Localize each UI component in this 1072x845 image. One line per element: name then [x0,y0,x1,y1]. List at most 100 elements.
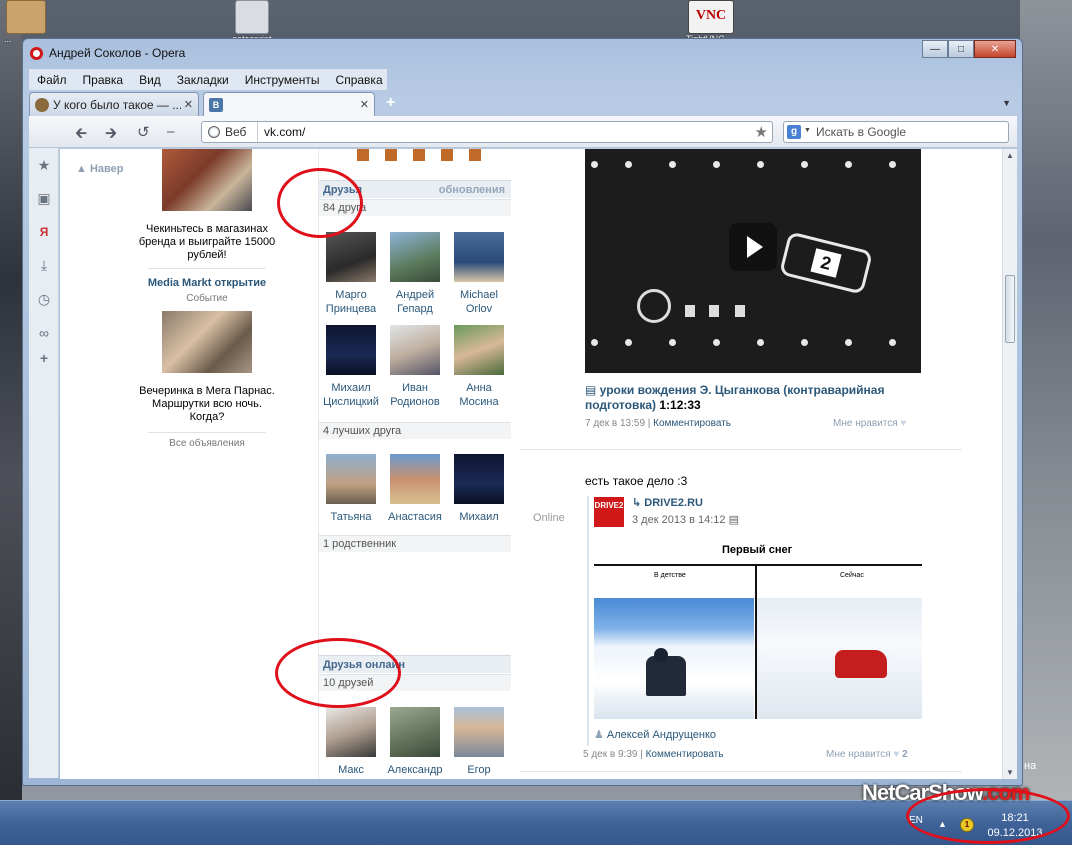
avatar[interactable] [326,232,376,282]
page-scrollbar[interactable]: ▲ ▼ [1002,149,1017,779]
friends-online-label[interactable]: Друзья онлайн [323,659,405,671]
menu-help[interactable]: Справка [328,73,391,87]
like-button[interactable]: Мне нравится ♥ [833,418,906,429]
repost-author-name[interactable]: Алексей Андрущенко [607,729,716,741]
friends-header[interactable]: Друзья обновления [319,180,511,198]
search-field[interactable]: g ▼ Искать в Google [783,121,1009,143]
avatar[interactable] [326,325,376,375]
tab-close-icon[interactable]: ✕ [360,98,369,111]
clock-date[interactable]: 09.12.2013 [985,826,1045,841]
video-title-text[interactable]: уроки вождения Э. Цыганкова (контраварий… [585,383,884,412]
reload-icon[interactable]: ↺ [137,123,150,141]
friend-item[interactable]: Анна Мосина [449,325,509,409]
post-date[interactable]: 5 дек в 9:39 [583,749,637,760]
minimize-button[interactable]: — [922,40,948,58]
downloads-icon[interactable]: ⤓ [37,258,51,272]
forward-arrow-icon[interactable]: 🡲 [105,123,117,148]
avatar[interactable] [390,325,440,375]
bookmark-star-icon[interactable]: ★ [755,123,768,141]
notes-icon[interactable]: ▣ [37,191,51,205]
tab-vk[interactable]: B ✕ [203,92,375,116]
friend-name[interactable]: Михаил [449,510,509,524]
tightvnc-icon[interactable]: VNC [688,0,734,34]
video-player[interactable]: 2 [585,149,921,373]
video-title[interactable]: ▤ уроки вождения Э. Цыганкова (контравар… [585,383,921,413]
clock[interactable]: 18:21 09.12.2013 [985,811,1045,841]
ad-image[interactable] [162,311,252,373]
yandex-icon[interactable]: Я [37,225,51,239]
menu-edit[interactable]: Правка [75,73,132,87]
address-bar[interactable]: Веб vk.com/ ★ [201,121,773,143]
scroll-to-top-link[interactable]: ▲ Навер [76,163,123,175]
drive2-logo[interactable]: DRIVE2 [594,497,624,527]
tab-menu-chevron-down-icon[interactable]: ▼ [1002,98,1011,108]
search-placeholder[interactable]: Искать в Google [816,125,906,139]
history-clock-icon[interactable]: ◷ [37,292,51,306]
comment-link[interactable]: Комментировать [653,418,731,429]
friend-item[interactable]: Егор [449,707,509,777]
friends-count[interactable]: 84 друга [323,202,366,214]
scroll-thumb[interactable] [1005,275,1015,343]
friend-item[interactable]: Михаил Цислицкий [321,325,381,409]
chevron-down-icon[interactable]: ▼ [804,127,811,134]
desktop-app-icon[interactable] [235,0,269,34]
tab-forum[interactable]: У кого было такое — ... ✕ [29,92,199,116]
heart-icon[interactable]: ♥ [893,749,899,760]
add-panel-plus-icon[interactable]: + [37,351,51,365]
repost-author[interactable]: ♟ Алексей Андрущенко [594,728,716,741]
friend-item[interactable]: Michael Orlov [449,232,509,316]
menu-bookmarks[interactable]: Закладки [169,73,237,87]
menu-tools[interactable]: Инструменты [237,73,328,87]
friend-name[interactable]: Александр [385,763,445,777]
tab-close-icon[interactable]: ✕ [184,98,193,111]
key-icon[interactable]: ⎯ [167,123,175,140]
avatar[interactable] [454,325,504,375]
like-label[interactable]: Мне нравится [826,749,891,760]
friends-header-label[interactable]: Друзья [323,184,362,196]
ad-image[interactable] [162,149,252,211]
friend-name[interactable]: Татьяна [321,510,381,524]
post-date[interactable]: 7 дек в 13:59 [585,418,645,429]
like-count[interactable]: 2 [902,749,908,760]
friend-name[interactable]: Егор [449,763,509,777]
clock-time[interactable]: 18:21 [985,811,1045,826]
like-button[interactable]: Мне нравится ♥ 2 [826,749,908,760]
repost-source-name[interactable]: DRIVE2.RU [644,497,703,509]
address-web-badge[interactable]: Веб [202,122,258,142]
friend-item[interactable]: Анастасия [385,454,445,524]
avatar[interactable] [454,232,504,282]
best-friends-header[interactable]: 4 лучших друга [323,425,401,437]
maximize-button[interactable]: □ [948,40,974,58]
ad-text[interactable]: Чекиньтесь в магазинах бренда и выиграйт… [137,223,277,262]
all-ads-link[interactable]: Все объявления [137,438,277,449]
post-image[interactable]: В детстве Сейчас [594,564,922,719]
back-arrow-icon[interactable]: 🡰 [75,123,87,148]
opera-logo-icon[interactable] [30,47,43,60]
desktop-folder-icon[interactable] [6,0,46,34]
avatar[interactable] [326,707,376,757]
ad-title[interactable]: Media Markt открытие [137,277,277,290]
friends-online-count[interactable]: 10 друзей [323,677,373,689]
title-bar[interactable]: Андрей Соколов - Opera — □ ✕ [23,39,1022,67]
like-label[interactable]: Мне нравится [833,418,898,429]
avatar[interactable] [390,232,440,282]
avatar[interactable] [326,454,376,504]
show-hidden-icons-icon[interactable]: ▲ [938,819,947,829]
security-shield-icon[interactable]: 1 [960,818,974,832]
close-button[interactable]: ✕ [974,40,1016,58]
ad-text[interactable]: Вечеринка в Мега Парнас. Маршрутки всю н… [137,385,277,424]
friend-name[interactable]: Макс [321,763,381,777]
friend-item[interactable]: Иван Родионов [385,325,445,409]
url-text[interactable]: vk.com/ [264,125,305,139]
friends-online-header[interactable]: Друзья онлайн [319,655,511,673]
avatar[interactable] [390,454,440,504]
repost-date[interactable]: 3 дек 2013 в 14:12 ▤ [632,513,739,526]
scroll-down-arrow-icon[interactable]: ▼ [1006,768,1014,777]
bookmarks-star-icon[interactable]: ★ [37,158,51,172]
comment-link[interactable]: Комментировать [646,749,724,760]
new-tab-plus-icon[interactable]: + [386,94,395,112]
friend-item[interactable]: Макс [321,707,381,777]
friend-item[interactable]: Марго Принцева [321,232,381,316]
avatar[interactable] [454,454,504,504]
links-icon[interactable]: ∞ [37,326,51,340]
